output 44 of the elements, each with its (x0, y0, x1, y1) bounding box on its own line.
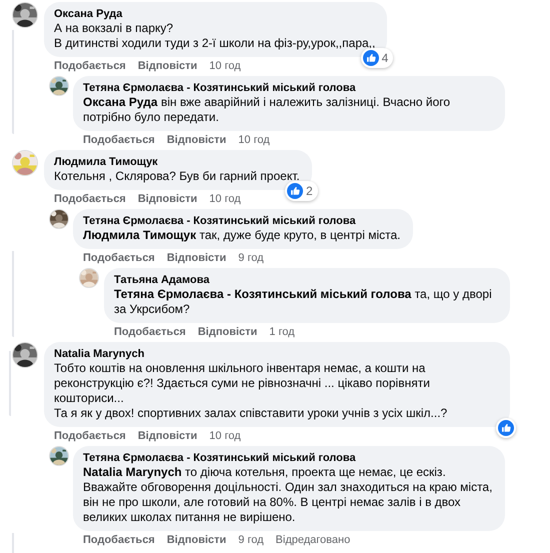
edited-label: Відредаговано (276, 533, 350, 547)
like-link[interactable]: Подобається (83, 533, 155, 547)
reply-link[interactable]: Відповісти (166, 251, 226, 265)
author-name[interactable]: Тетяна Єрмолаєва - Козятинський міський голова (83, 214, 400, 228)
like-link[interactable]: Подобається (54, 59, 126, 73)
reaction-badge[interactable] (496, 418, 516, 438)
reaction-count: 4 (382, 51, 388, 65)
thumbs-up-icon (362, 50, 379, 66)
like-link[interactable]: Подобається (54, 192, 126, 206)
author-name[interactable]: Тетяна Єрмолаєва - Козятинський міський голова (83, 451, 493, 465)
like-link[interactable]: Подобається (83, 133, 155, 147)
comment-text: Natalia Marynych то діюча котельня, проекта ще немає, це ескіз. Вважайте обговорення доцільності. Один зал знаходиться на краю міста, він не про школи, але готовий на 80%. В центрі немає залів і в двох великих школах питання не вирішено. (83, 465, 493, 525)
timestamp[interactable]: 10 год (209, 192, 241, 206)
timestamp[interactable]: 10 год (209, 429, 241, 443)
thumbs-up-icon (498, 420, 514, 436)
author-name[interactable]: Тетяна Єрмолаєва - Козятинський міський голова (83, 81, 493, 95)
reply-link[interactable]: Відповісти (138, 59, 198, 73)
like-link[interactable]: Подобається (54, 429, 126, 443)
comment-text: Котельня , Склярова? Був би гарний проект. (54, 169, 300, 184)
like-link[interactable]: Подобається (114, 325, 186, 339)
like-link[interactable]: Подобається (83, 251, 155, 265)
author-name[interactable]: Natalia Marynych (54, 347, 498, 361)
reply-link[interactable]: Відповісти (166, 133, 226, 147)
comment-text: Людмила Тимощук так, дуже буде круто, в центрі міста. (83, 228, 400, 243)
reply-link[interactable]: Відповісти (198, 325, 258, 339)
thumbs-up-icon (287, 183, 304, 199)
timestamp[interactable]: 9 год (238, 251, 264, 265)
reaction-count: 2 (306, 184, 313, 198)
reply-link[interactable]: Відповісти (138, 192, 198, 206)
comment-text: Оксана Руда він вже аварійний і належить залізниці. Вчасно його потрібно було передати. (83, 95, 452, 125)
reply-link[interactable]: Відповісти (138, 429, 198, 443)
comment-text: А на вокзалі в парку? В дитинстві ходили туди з 2-ї школи на фіз-ру,урок,,пара,, (54, 21, 376, 51)
reply-link[interactable]: Відповісти (166, 533, 226, 547)
timestamp[interactable]: 10 год (238, 133, 270, 147)
reaction-badge[interactable]: 4 (360, 48, 394, 68)
timestamp[interactable]: 10 год (209, 59, 241, 73)
timestamp[interactable]: 9 год (238, 533, 264, 547)
timestamp[interactable]: 1 год (269, 325, 295, 339)
reaction-badge[interactable]: 2 (285, 181, 318, 201)
comment-text: Тетяна Єрмолаєва - Козятинський міський голова та, що у дворі за Укрсибом? (114, 287, 493, 317)
author-name[interactable]: Людмила Тимощук (54, 155, 300, 169)
author-name[interactable]: Оксана Руда (54, 7, 376, 21)
author-name[interactable]: Татьяна Адамова (114, 273, 498, 287)
comment-text: Тобто коштів на оновлення шкільного інвентаря немає, а кошти на реконструкцію є?! Здається суми не рівнозначні ... цікаво порівняти кошториси... Та я як у двох! спортивних залах співставити уроки учнів з усіх шкіл...? (54, 361, 448, 421)
